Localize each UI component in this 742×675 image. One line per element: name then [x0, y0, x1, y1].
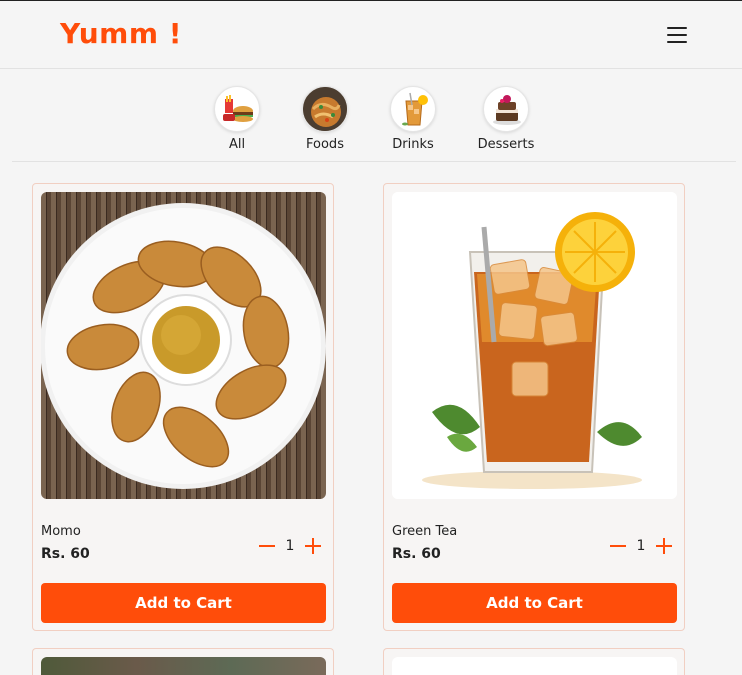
- momo-image: [41, 192, 326, 499]
- add-to-cart-button[interactable]: Add to Cart: [392, 583, 677, 623]
- product-card: [383, 648, 685, 675]
- quantity-value: 1: [636, 538, 646, 554]
- product-card: Momo Rs. 60 1 Add to Cart: [32, 183, 334, 631]
- category-label: Desserts: [477, 137, 535, 152]
- product-price: Rs. 60: [41, 546, 90, 562]
- plus-icon[interactable]: [303, 536, 323, 556]
- category-label: All: [228, 137, 246, 152]
- plus-icon[interactable]: [654, 536, 674, 556]
- product-price: Rs. 60: [392, 546, 441, 562]
- brand-logo[interactable]: Yumm !: [60, 17, 182, 50]
- quantity-stepper: 1: [608, 536, 674, 556]
- quantity-stepper: 1: [257, 536, 323, 556]
- category-drinks[interactable]: Drinks: [378, 86, 448, 152]
- product-card: [32, 648, 334, 675]
- drinks-icon: [390, 86, 436, 132]
- product-card: Green Tea Rs. 60 1 Add to Cart: [383, 183, 685, 631]
- desserts-icon: [483, 86, 529, 132]
- category-label: Foods: [306, 137, 344, 152]
- product-name: Green Tea: [392, 524, 458, 539]
- iced-tea-image: [392, 192, 677, 499]
- product-image: [392, 657, 677, 675]
- hamburger-menu-icon[interactable]: [664, 25, 690, 45]
- product-image: [41, 657, 326, 675]
- add-to-cart-button[interactable]: Add to Cart: [41, 583, 326, 623]
- quantity-value: 1: [285, 538, 295, 554]
- category-all[interactable]: All: [202, 86, 272, 152]
- minus-icon[interactable]: [257, 536, 277, 556]
- minus-icon[interactable]: [608, 536, 628, 556]
- category-foods[interactable]: Foods: [290, 86, 360, 152]
- category-desserts[interactable]: Desserts: [471, 86, 541, 152]
- product-name: Momo: [41, 524, 81, 539]
- category-label: Drinks: [392, 137, 434, 152]
- foods-icon: [302, 86, 348, 132]
- category-bar: All Foods Drinks Desserts: [12, 70, 736, 162]
- all-food-icon: [214, 86, 260, 132]
- top-navbar: Yumm !: [0, 1, 742, 69]
